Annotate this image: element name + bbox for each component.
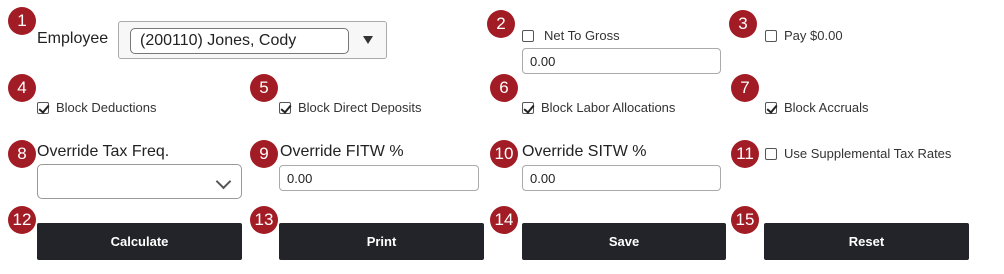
block-direct-deposits-option[interactable]: Block Direct Deposits (279, 100, 422, 115)
override-sitw-input[interactable]: 0.00 (522, 165, 721, 191)
block-labor-allocations-checkbox[interactable] (522, 101, 534, 114)
override-tax-freq-select[interactable] (37, 164, 242, 199)
block-deductions-checkbox[interactable] (37, 101, 49, 114)
net-to-gross-label: Net To Gross (544, 28, 620, 43)
save-button[interactable]: Save (522, 223, 726, 260)
employee-label: Employee (37, 30, 109, 47)
pay-zero-label: Pay $0.00 (784, 28, 843, 43)
print-button[interactable]: Print (279, 223, 484, 260)
supplemental-tax-option[interactable]: Use Supplemental Tax Rates (765, 146, 951, 161)
step-badge-4: 4 (8, 74, 36, 102)
step-badge-8: 8 (8, 140, 36, 168)
net-to-gross-input[interactable]: 0.00 (522, 48, 721, 74)
block-labor-allocations-option[interactable]: Block Labor Allocations (522, 100, 675, 115)
step-badge-6: 6 (490, 74, 518, 102)
net-to-gross-option[interactable]: Net To Gross (522, 28, 620, 43)
step-badge-3: 3 (729, 10, 757, 38)
step-badge-13: 13 (250, 206, 278, 234)
step-badge-14: 14 (490, 206, 518, 234)
block-direct-deposits-checkbox[interactable] (279, 101, 291, 114)
step-badge-7: 7 (731, 74, 759, 102)
employee-select[interactable]: (200110) Jones, Cody (118, 21, 387, 59)
block-labor-allocations-label: Block Labor Allocations (541, 100, 676, 115)
calculate-button[interactable]: Calculate (37, 223, 242, 260)
supplemental-tax-label: Use Supplemental Tax Rates (784, 146, 952, 161)
step-badge-12: 12 (8, 206, 36, 234)
step-badge-5: 5 (250, 74, 278, 102)
block-deductions-label: Block Deductions (56, 100, 157, 115)
block-accruals-checkbox[interactable] (765, 101, 777, 114)
net-to-gross-checkbox[interactable] (522, 29, 534, 42)
pay-zero-option[interactable]: Pay $0.00 (765, 28, 843, 43)
block-deductions-option[interactable]: Block Deductions (37, 100, 156, 115)
override-sitw-label: Override SITW % (522, 143, 647, 160)
pay-zero-checkbox[interactable] (765, 29, 777, 42)
step-badge-11: 11 (731, 140, 759, 168)
employee-value[interactable]: (200110) Jones, Cody (130, 28, 349, 54)
dropdown-arrow-icon[interactable] (350, 22, 386, 58)
block-accruals-label: Block Accruals (784, 100, 869, 115)
override-tax-freq-label: Override Tax Freq. (37, 143, 170, 160)
step-badge-15: 15 (731, 206, 759, 234)
reset-button[interactable]: Reset (764, 223, 969, 260)
supplemental-tax-checkbox[interactable] (765, 147, 777, 160)
chevron-down-icon[interactable] (215, 173, 232, 190)
override-fitw-input[interactable]: 0.00 (279, 165, 479, 191)
step-badge-1: 1 (8, 7, 36, 35)
step-badge-9: 9 (250, 140, 278, 168)
step-badge-2: 2 (487, 10, 515, 38)
block-direct-deposits-label: Block Direct Deposits (298, 100, 422, 115)
override-fitw-label: Override FITW % (280, 143, 404, 160)
block-accruals-option[interactable]: Block Accruals (765, 100, 869, 115)
step-badge-10: 10 (490, 140, 518, 168)
